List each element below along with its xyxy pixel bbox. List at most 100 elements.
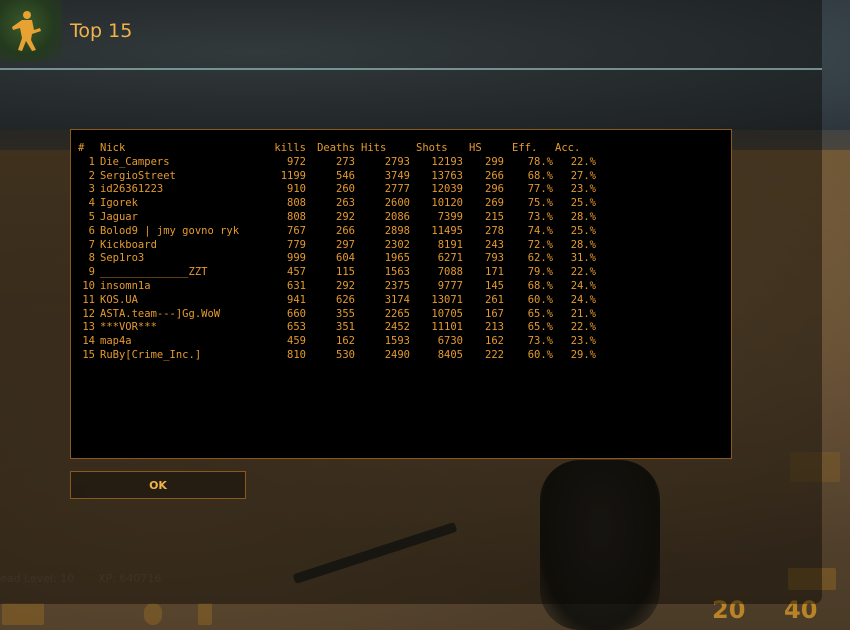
- stats-table-body: 1 Die_Campers 972 273 2793 12193 299 78.% 22.% 2 S…: [78, 156, 596, 363]
- cell-hits: 3174: [384, 293, 410, 306]
- cell-rank: 5: [88, 210, 95, 223]
- table-row: 14 map4a 459 162 1593 6730 162 73.% 23.%: [78, 335, 596, 349]
- header-nick: Nick: [100, 142, 126, 154]
- cell-nick: map4a: [100, 335, 132, 348]
- cell-deaths: 604: [336, 252, 355, 265]
- cell-rank: 2: [88, 169, 95, 182]
- cell-kills: 808: [287, 197, 306, 210]
- cell-hs: 145: [485, 279, 504, 292]
- stats-table: # Nick kills Deaths Hits Shots HS Eff. A…: [78, 142, 596, 363]
- header-acc: Acc.: [555, 142, 581, 154]
- cell-hs: 215: [485, 210, 504, 223]
- ok-button[interactable]: OK: [70, 471, 246, 499]
- cell-nick: Jaguar: [100, 210, 138, 223]
- table-row: 15 RuBy[Crime_Inc.] 810 530 2490 8405 222 60.% 2…: [78, 349, 596, 363]
- cell-rank: 12: [82, 307, 95, 320]
- cell-rank: 6: [88, 224, 95, 237]
- table-row: 8 Sep1ro3 999 604 1965 6271 793 62.% 31.%: [78, 252, 596, 266]
- cell-rank: 13: [82, 321, 95, 334]
- table-row: 5 Jaguar 808 292 2086 7399 215 73.% 28.%: [78, 211, 596, 225]
- cell-deaths: 115: [336, 266, 355, 279]
- cell-shots: 10705: [431, 307, 463, 320]
- top15-window: Top 15 # Nick kills Deaths Hits Shots HS…: [0, 0, 822, 604]
- cell-kills: 653: [287, 321, 306, 334]
- cell-hs: 167: [485, 307, 504, 320]
- cell-rank: 1: [88, 155, 95, 168]
- cell-kills: 457: [287, 266, 306, 279]
- header-shots: Shots: [416, 142, 448, 154]
- cell-hs: 269: [485, 197, 504, 210]
- cell-deaths: 351: [336, 321, 355, 334]
- cell-hs: 171: [485, 266, 504, 279]
- cell-acc: 29.%: [570, 348, 596, 361]
- counter-strike-logo-icon: [0, 0, 62, 62]
- header-hits: Hits: [361, 142, 387, 154]
- cell-rank: 8: [88, 252, 95, 265]
- cell-eff: 77.%: [527, 183, 553, 196]
- cell-eff: 68.%: [527, 169, 553, 182]
- cell-acc: 31.%: [570, 252, 596, 265]
- cell-nick: ***VOR***: [100, 321, 157, 334]
- cell-hits: 3749: [384, 169, 410, 182]
- cell-nick: ASTA.team---]Gg.WoW: [100, 307, 221, 320]
- cell-nick: Kickboard: [100, 238, 157, 251]
- table-row: 9 ______________ZZT 457 115 1563 7088 171 79.% 2…: [78, 266, 596, 280]
- cell-shots: 12039: [431, 183, 463, 196]
- cell-rank: 14: [82, 335, 95, 348]
- cell-hits: 1593: [384, 335, 410, 348]
- cell-kills: 459: [287, 335, 306, 348]
- cell-shots: 11495: [431, 224, 463, 237]
- cell-hits: 1965: [384, 252, 410, 265]
- table-row: 4 Igorek 808 263 2600 10120 269 75.% 25.%: [78, 197, 596, 211]
- cell-nick: KOS.UA: [100, 293, 138, 306]
- hud-armor-icon: [144, 603, 162, 625]
- cell-shots: 13763: [431, 169, 463, 182]
- window-title: Top 15: [70, 20, 133, 42]
- cell-eff: 62.%: [527, 252, 553, 265]
- cell-nick: ______________ZZT: [100, 266, 208, 279]
- cell-eff: 68.%: [527, 279, 553, 292]
- cell-nick: Die_Campers: [100, 155, 170, 168]
- cell-acc: 28.%: [570, 210, 596, 223]
- cell-kills: 941: [287, 293, 306, 306]
- cell-nick: Sep1ro3: [100, 252, 145, 265]
- cell-eff: 65.%: [527, 321, 553, 334]
- stats-panel: # Nick kills Deaths Hits Shots HS Eff. A…: [70, 129, 732, 459]
- cell-kills: 779: [287, 238, 306, 251]
- cell-eff: 74.%: [527, 224, 553, 237]
- cell-kills: 631: [287, 279, 306, 292]
- cell-kills: 972: [287, 155, 306, 168]
- cell-hs: 243: [485, 238, 504, 251]
- cell-hits: 2302: [384, 238, 410, 251]
- cell-nick: RuBy[Crime_Inc.]: [100, 348, 202, 361]
- cell-hits: 2793: [384, 155, 410, 168]
- cell-shots: 10120: [431, 197, 463, 210]
- cell-acc: 28.%: [570, 238, 596, 251]
- table-row: 1 Die_Campers 972 273 2793 12193 299 78.% 22.%: [78, 156, 596, 170]
- cell-acc: 25.%: [570, 197, 596, 210]
- cell-eff: 73.%: [527, 210, 553, 223]
- cell-kills: 660: [287, 307, 306, 320]
- cell-kills: 910: [287, 183, 306, 196]
- cell-eff: 65.%: [527, 307, 553, 320]
- cell-deaths: 263: [336, 197, 355, 210]
- cell-rank: 9: [88, 266, 95, 279]
- header-deaths: Deaths: [317, 142, 355, 154]
- cell-deaths: 355: [336, 307, 355, 320]
- title-bar: Top 15: [0, 0, 822, 68]
- cell-nick: insomn1a: [100, 279, 151, 292]
- cell-eff: 60.%: [527, 293, 553, 306]
- cell-hs: 299: [485, 155, 504, 168]
- table-header-row: # Nick kills Deaths Hits Shots HS Eff. A…: [78, 142, 596, 156]
- cell-nick: Igorek: [100, 197, 138, 210]
- cell-hs: 266: [485, 169, 504, 182]
- cell-deaths: 292: [336, 279, 355, 292]
- cell-nick: id26361223: [100, 183, 164, 196]
- cell-deaths: 266: [336, 224, 355, 237]
- header-eff: Eff.: [512, 142, 538, 154]
- cell-rank: 10: [82, 279, 95, 292]
- cell-acc: 22.%: [570, 321, 596, 334]
- cell-hs: 261: [485, 293, 504, 306]
- cell-hits: 2086: [384, 210, 410, 223]
- header-rank: #: [78, 142, 85, 154]
